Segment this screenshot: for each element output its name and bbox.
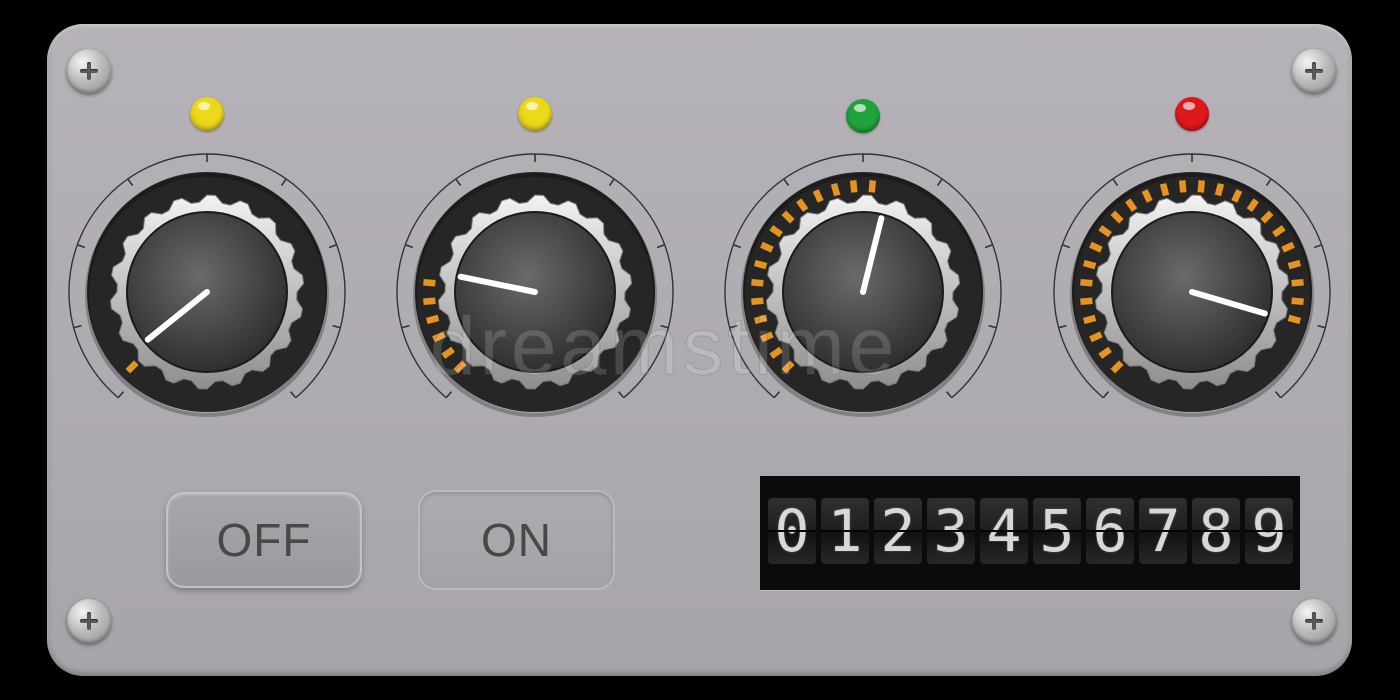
counter-digit: 5 bbox=[1033, 498, 1081, 564]
knob-1[interactable] bbox=[65, 150, 349, 434]
screw-top-right-icon bbox=[1292, 49, 1336, 93]
indicator-led-2 bbox=[518, 97, 552, 131]
screw-bottom-right-icon bbox=[1292, 599, 1336, 643]
counter-digit: 8 bbox=[1192, 498, 1240, 564]
off-button[interactable]: OFF bbox=[166, 492, 362, 588]
digit-counter-display: 0 1 2 3 4 5 6 7 8 9 bbox=[760, 476, 1300, 590]
indicator-led-4 bbox=[1175, 97, 1209, 131]
counter-digit: 0 bbox=[768, 498, 816, 564]
counter-digit: 7 bbox=[1139, 498, 1187, 564]
watermark-text: dreamstime bbox=[429, 301, 899, 393]
counter-digit: 6 bbox=[1086, 498, 1134, 564]
indicator-led-1 bbox=[190, 97, 224, 131]
knob-4[interactable] bbox=[1050, 150, 1334, 434]
counter-digit: 2 bbox=[874, 498, 922, 564]
counter-digit: 3 bbox=[927, 498, 975, 564]
on-button[interactable]: ON bbox=[418, 490, 615, 590]
counter-digit: 9 bbox=[1245, 498, 1293, 564]
screw-bottom-left-icon bbox=[67, 599, 111, 643]
counter-digit: 1 bbox=[821, 498, 869, 564]
screw-top-left-icon bbox=[67, 49, 111, 93]
indicator-led-3 bbox=[846, 99, 880, 133]
counter-digit: 4 bbox=[980, 498, 1028, 564]
